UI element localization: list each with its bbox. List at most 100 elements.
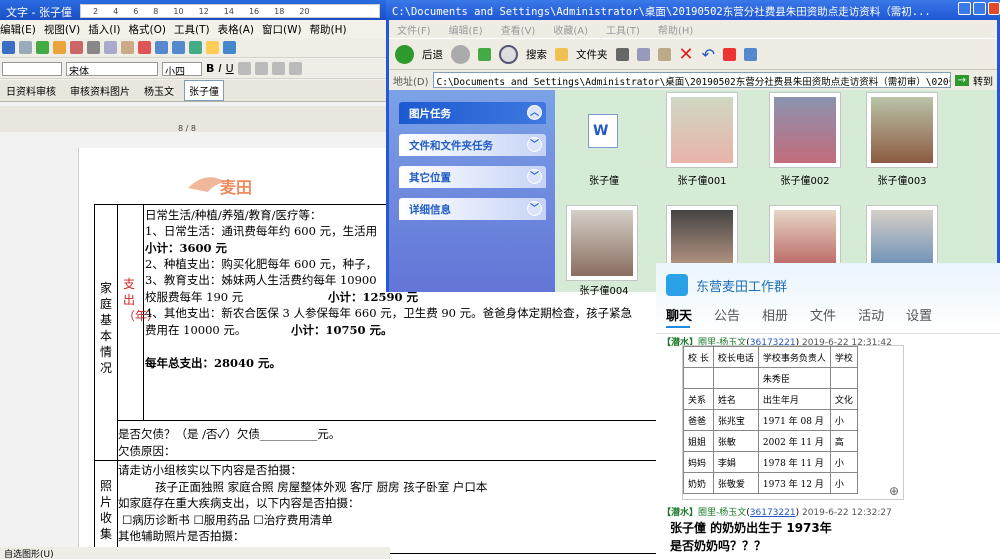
- menu-file[interactable]: 文件(F): [397, 22, 431, 37]
- chat-message-text[interactable]: 张子僮 的奶奶出生于 1973年: [670, 519, 832, 536]
- views-icon[interactable]: [744, 47, 757, 61]
- ruler-scale[interactable]: 2 4 6 8 10 12 14 16 18 20: [80, 4, 380, 18]
- align-center-icon[interactable]: [254, 62, 268, 75]
- search-icon[interactable]: [499, 44, 518, 64]
- photo-line[interactable]: 如家庭存在重大疾病支出，以下内容是否拍摄：: [118, 495, 360, 511]
- tab-activity[interactable]: 活动: [858, 305, 884, 324]
- back-button[interactable]: 后退: [422, 47, 443, 62]
- save-icon[interactable]: [2, 41, 15, 54]
- doc-subtotal[interactable]: 小计：10750 元。: [291, 322, 393, 338]
- menu-view[interactable]: 查看(V): [501, 22, 536, 37]
- align-left-icon[interactable]: [237, 62, 251, 75]
- up-folder-icon[interactable]: [478, 47, 491, 61]
- menu-view[interactable]: 视图(V): [44, 22, 80, 38]
- task-picture[interactable]: 图片任务 ︿: [399, 102, 546, 124]
- tab-chat[interactable]: 聊天: [666, 305, 692, 324]
- address-input[interactable]: C:\Documents and Settings\Administrator\…: [432, 72, 951, 88]
- forward-arrow-icon[interactable]: [451, 44, 470, 64]
- columns-icon[interactable]: [223, 41, 236, 54]
- zoom-icon[interactable]: ⊕: [889, 484, 899, 498]
- doc-tab-zhang[interactable]: 张子僮: [184, 80, 224, 101]
- folders-button[interactable]: 文件夹: [576, 47, 608, 62]
- menu-tools[interactable]: 工具(T): [174, 22, 210, 38]
- open-icon[interactable]: [53, 41, 66, 54]
- menu-edit[interactable]: 编辑(E): [449, 22, 483, 37]
- cut-icon[interactable]: [615, 47, 629, 61]
- doc-line[interactable]: 日常生活/种植/养殖/教育/医疗等：: [145, 207, 322, 223]
- maximize-button[interactable]: [973, 2, 986, 15]
- sender-name[interactable]: 圈里-杨玉文: [698, 508, 746, 518]
- tab-settings[interactable]: 设置: [906, 305, 932, 324]
- task-details[interactable]: 详细信息 ﹀: [399, 198, 546, 220]
- paste-icon[interactable]: [121, 41, 134, 54]
- close-button[interactable]: [988, 2, 1000, 15]
- chat-message-text[interactable]: 是否奶奶吗？？？: [670, 537, 766, 554]
- underline-button[interactable]: U: [226, 62, 234, 75]
- copy-icon[interactable]: [636, 47, 650, 61]
- photo-line[interactable]: ☐病历诊断书 ☐服用药品 ☐治疗费用清单: [122, 512, 333, 528]
- sender-qq[interactable]: 36173221: [750, 508, 796, 518]
- collapse-icon[interactable]: ︿: [527, 105, 542, 120]
- menu-format[interactable]: 格式(O): [129, 22, 166, 38]
- doc-line[interactable]: 1、日常生活：通讯费每年约 600 元，生活用: [145, 223, 377, 239]
- preview-icon[interactable]: [36, 41, 49, 54]
- go-arrow-icon[interactable]: →: [954, 74, 969, 86]
- go-button[interactable]: 转到: [973, 73, 993, 88]
- expand-icon[interactable]: ﹀: [527, 169, 542, 184]
- expand-icon[interactable]: ﹀: [527, 137, 542, 152]
- file-name[interactable]: 张子僮003: [862, 172, 942, 187]
- justify-icon[interactable]: [288, 62, 302, 75]
- tab-files[interactable]: 文件: [810, 305, 836, 324]
- table-icon[interactable]: [206, 41, 219, 54]
- search-button[interactable]: 搜索: [526, 47, 547, 62]
- align-right-icon[interactable]: [271, 62, 285, 75]
- doc-tab-images[interactable]: 审核资料图片: [66, 81, 134, 100]
- tab-notice[interactable]: 公告: [714, 305, 740, 324]
- hyperlink-icon[interactable]: [189, 41, 202, 54]
- doc-line[interactable]: 2、种植支出：购买化肥每年 600 元，种子，: [145, 256, 377, 272]
- doc-line[interactable]: 4、其他支出：新农合医保 3 人参保每年 660 元，卫生费 90 元。爸爸身体…: [145, 305, 632, 321]
- properties-icon[interactable]: [723, 47, 736, 61]
- file-name[interactable]: 张子僮002: [765, 172, 845, 187]
- group-avatar-icon[interactable]: [666, 274, 688, 296]
- menu-table[interactable]: 表格(A): [218, 22, 254, 38]
- file-item[interactable]: [769, 92, 841, 168]
- file-name[interactable]: 张子僮: [564, 172, 644, 187]
- menu-favorites[interactable]: 收藏(A): [553, 22, 588, 37]
- file-name[interactable]: 张子僮004: [564, 282, 644, 297]
- font-size-select[interactable]: 小四: [162, 61, 202, 76]
- back-arrow-icon[interactable]: [395, 44, 414, 64]
- menu-help[interactable]: 帮助(H): [658, 22, 693, 37]
- file-item[interactable]: [866, 92, 938, 168]
- folders-icon[interactable]: [555, 47, 568, 61]
- menu-insert[interactable]: 插入(I): [88, 22, 120, 38]
- undo-icon[interactable]: [155, 41, 168, 54]
- debt-reason[interactable]: 欠债原因：: [118, 443, 176, 459]
- expand-icon[interactable]: ﹀: [527, 201, 542, 216]
- delete-icon[interactable]: ✕: [679, 44, 694, 65]
- copy-icon[interactable]: [104, 41, 117, 54]
- doc-total[interactable]: 每年总支出：28040 元。: [145, 355, 281, 371]
- debt-question[interactable]: 是否欠债？（是 /否✓）欠债__________元。: [118, 426, 340, 442]
- menu-edit[interactable]: 编辑(E): [0, 22, 36, 38]
- photo-line[interactable]: 孩子正面独照 家庭合照 房屋整体外观 客厅 厨房 孩子卧室 户口本: [155, 479, 487, 495]
- file-name[interactable]: 张子僮001: [662, 172, 742, 187]
- bold-button[interactable]: B: [206, 62, 214, 75]
- undo-icon[interactable]: ↶: [702, 45, 715, 64]
- style-select[interactable]: [2, 61, 62, 76]
- doc-line[interactable]: 费用在 10000 元。: [145, 322, 246, 338]
- doc-tab-yang[interactable]: 杨玉文: [140, 81, 178, 100]
- photo-line[interactable]: 其他辅助照片是否拍摄：: [118, 528, 245, 544]
- minimize-button[interactable]: [958, 2, 971, 15]
- doc-tab-review[interactable]: 日资料审核: [2, 81, 60, 100]
- font-name-select[interactable]: 宋体: [66, 61, 158, 76]
- task-other-places[interactable]: 其它位置 ﹀: [399, 166, 546, 188]
- spellcheck-icon[interactable]: [70, 41, 83, 54]
- file-item[interactable]: [666, 92, 738, 168]
- cut-icon[interactable]: [87, 41, 100, 54]
- paste-icon[interactable]: [657, 47, 671, 61]
- chat-image[interactable]: 校 长校长电话 学校事务负责人 学校 朱秀臣 关系 姓名 出生年月 文化 爸爸 张兆宝 197…: [682, 345, 904, 500]
- redo-icon[interactable]: [172, 41, 185, 54]
- doc-line[interactable]: 校服费每年 190 元: [145, 289, 243, 305]
- menu-help[interactable]: 帮助(H): [310, 22, 347, 38]
